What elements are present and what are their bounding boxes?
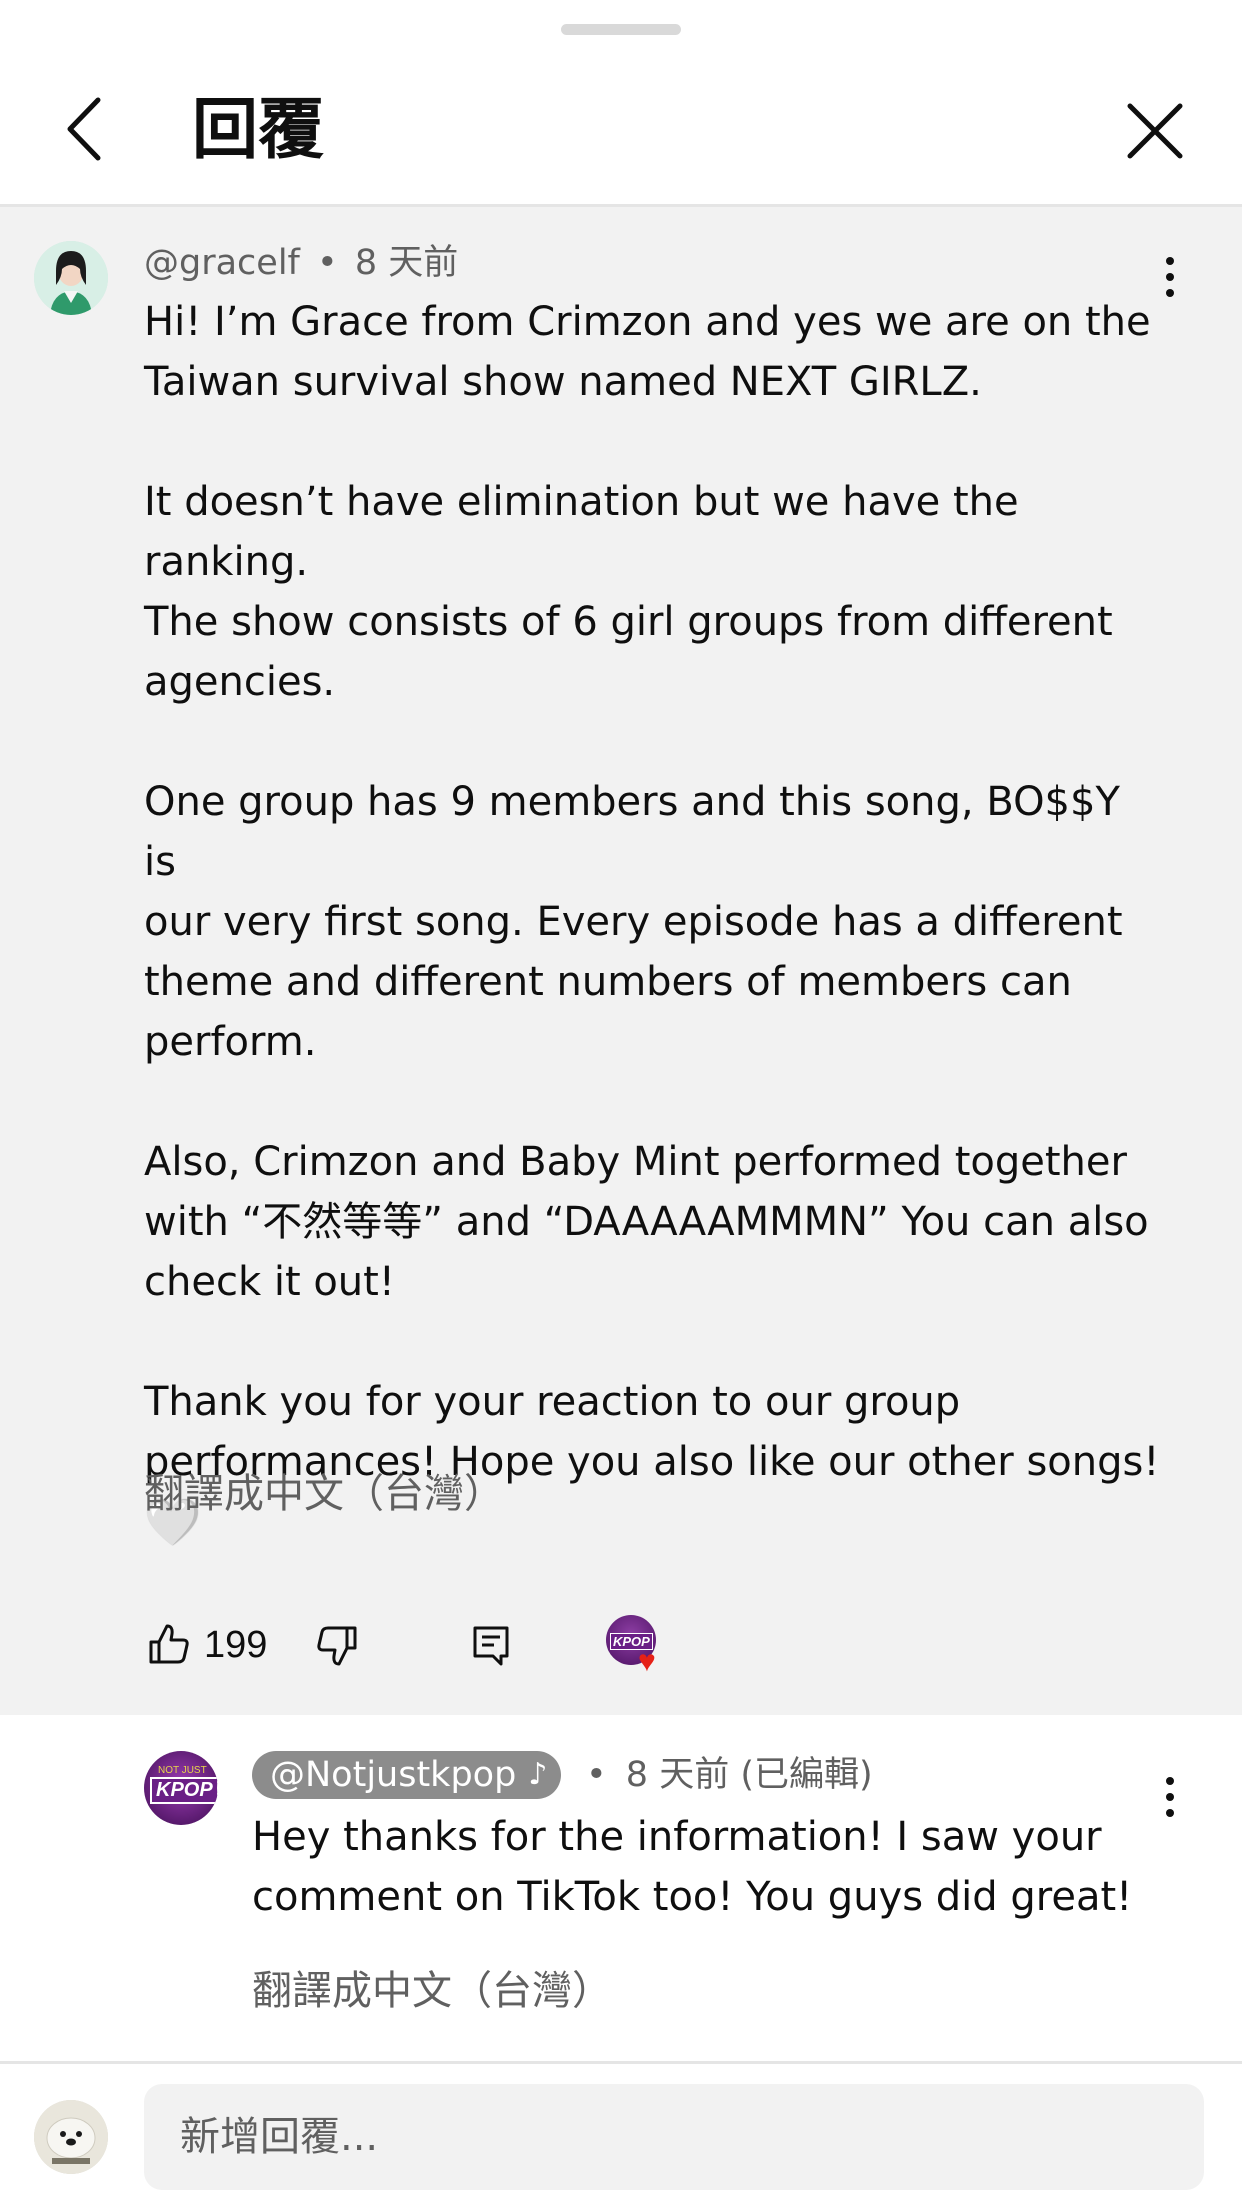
reply-comment: NOT JUST KPOP @Notjustkpop ♪ • 8 天前 (已編輯… <box>0 1715 1242 2061</box>
comment-paragraph: It doesn’t have elimination but we have … <box>144 479 1113 705</box>
reply-sheet: 回覆 @gracelf • 8 天前 Hi! I’m Grace from Cr… <box>0 0 1242 2208</box>
comment-paragraph: One group has 9 members and this song, B… <box>144 779 1123 1065</box>
comment-paragraph: Hey thanks for the information! I saw yo… <box>252 1814 1133 1920</box>
more-vert-icon <box>1166 1777 1174 1785</box>
dislike-button[interactable] <box>312 1621 362 1671</box>
avatar-kpop-text: KPOP <box>150 1777 218 1804</box>
meta-separator: • <box>317 243 338 283</box>
author-name: @Notjustkpop <box>270 1755 517 1795</box>
like-button[interactable] <box>144 1619 194 1669</box>
parent-comment: @gracelf • 8 天前 Hi! I’m Grace from Crimz… <box>0 207 1242 1715</box>
comment-actions: 199 KPOP ♥ <box>144 1607 1044 1687</box>
comment-text: Hey thanks for the information! I saw yo… <box>252 1807 1212 1927</box>
drag-handle[interactable] <box>561 24 681 35</box>
page-title: 回覆 <box>192 91 324 168</box>
translate-link[interactable]: 翻譯成中文（台灣） <box>144 1466 504 1522</box>
back-button[interactable] <box>52 94 116 164</box>
more-vert-icon-dot <box>1166 1793 1174 1801</box>
user-avatar-image <box>34 241 108 315</box>
creator-heart-badge: KPOP ♥ <box>606 1615 670 1679</box>
meta-separator: • <box>586 1755 607 1795</box>
reply-input[interactable] <box>144 2084 1204 2190</box>
avatar[interactable] <box>34 2100 108 2174</box>
close-icon <box>1127 103 1183 159</box>
seal-avatar-image <box>34 2100 108 2174</box>
reply-composer <box>0 2064 1242 2208</box>
close-button[interactable] <box>1120 96 1190 166</box>
creator-name-chip[interactable]: @Notjustkpop ♪ <box>252 1751 562 1799</box>
comment-meta: • 8 天前 (已編輯) <box>586 1753 873 1797</box>
avatar-top-text: NOT JUST <box>158 1765 207 1776</box>
more-vert-icon-dot <box>1166 273 1174 281</box>
author-name[interactable]: @gracelf <box>144 243 300 283</box>
comment-meta: @gracelf • 8 天前 <box>144 241 458 285</box>
music-note-icon: ♪ <box>528 1757 548 1792</box>
more-vert-icon <box>1166 257 1174 265</box>
comment-reply-icon <box>473 1626 509 1666</box>
reply-button[interactable] <box>466 1621 516 1671</box>
chevron-left-icon <box>67 97 101 161</box>
thumbs-up-icon <box>149 1624 189 1664</box>
thumbs-down-icon <box>317 1626 357 1666</box>
comment-paragraph: Hi! I’m Grace from Crimzon and yes we ar… <box>144 299 1151 405</box>
comment-text: Hi! I’m Grace from Crimzon and yes we ar… <box>144 292 1164 1552</box>
comment-time: 8 天前 (已編輯) <box>625 1755 873 1795</box>
comment-time: 8 天前 <box>354 243 459 283</box>
avatar[interactable] <box>34 241 108 315</box>
translate-link[interactable]: 翻譯成中文（台灣） <box>252 1963 612 2019</box>
red-heart-icon: ♥ <box>638 1645 656 1678</box>
more-vert-icon-dot <box>1166 289 1174 297</box>
avatar[interactable]: NOT JUST KPOP <box>144 1751 218 1825</box>
header: 回覆 <box>0 60 1242 204</box>
like-count: 199 <box>204 1624 268 1666</box>
comment-paragraph: Also, Crimzon and Baby Mint performed to… <box>144 1139 1149 1305</box>
